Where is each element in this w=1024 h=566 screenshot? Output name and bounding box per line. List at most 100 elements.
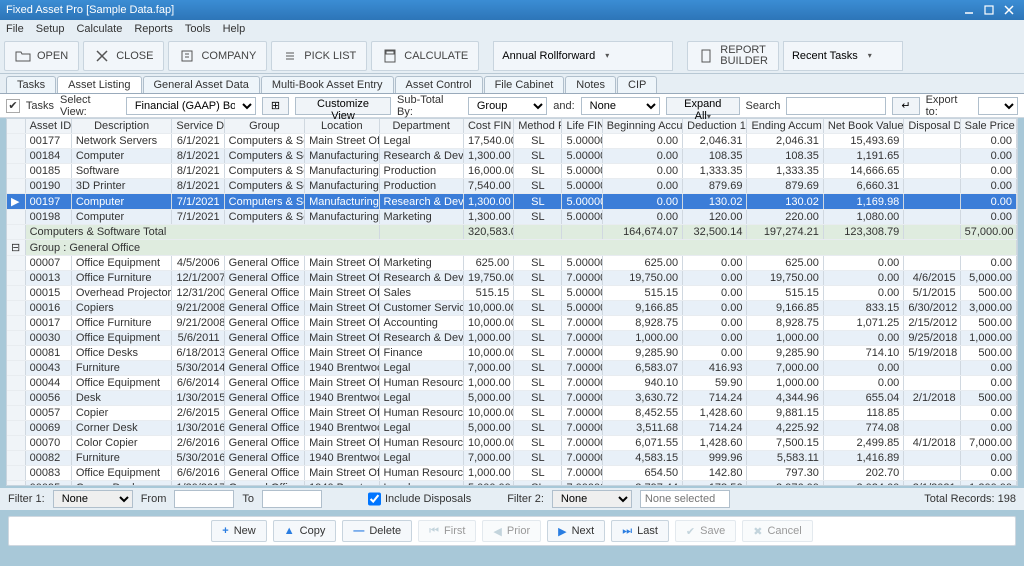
- table-row[interactable]: 00083Office Equipment6/6/2016General Off…: [7, 466, 1017, 481]
- table-row[interactable]: 00056Desk1/30/2015General Office1940 Bre…: [7, 391, 1017, 406]
- save-button[interactable]: ✔Save: [675, 520, 736, 542]
- checkmark-icon[interactable]: ✔: [6, 99, 20, 113]
- table-row[interactable]: 00081Office Desks6/18/2013General Office…: [7, 346, 1017, 361]
- recent-tasks-dropdown[interactable]: Recent Tasks: [783, 41, 903, 71]
- menu-reports[interactable]: Reports: [134, 23, 173, 35]
- close-button-tool[interactable]: CLOSE: [83, 41, 164, 71]
- to-label: To: [242, 493, 254, 505]
- tasks-label[interactable]: Tasks: [26, 100, 54, 112]
- menu-file[interactable]: File: [6, 23, 24, 35]
- tab-multi-book[interactable]: Multi-Book Asset Entry: [261, 76, 394, 93]
- copy-button[interactable]: ▲Copy: [273, 520, 337, 542]
- table-row[interactable]: 00177Network Servers6/1/2021Computers & …: [7, 134, 1017, 149]
- col-header[interactable]: Asset ID: [25, 119, 71, 134]
- export-select[interactable]: [978, 97, 1018, 115]
- col-header[interactable]: Location: [305, 119, 379, 134]
- table-row[interactable]: 00013Office Furniture12/1/2007General Of…: [7, 271, 1017, 286]
- col-header[interactable]: Deduction 1 FIN: [683, 119, 747, 134]
- search-input[interactable]: [786, 97, 886, 115]
- tab-general-asset-data[interactable]: General Asset Data: [143, 76, 260, 93]
- table-row[interactable]: 00057Copier2/6/2015General OfficeMain St…: [7, 406, 1017, 421]
- menubar: File Setup Calculate Reports Tools Help: [0, 20, 1024, 38]
- delete-button[interactable]: —Delete: [342, 520, 412, 542]
- maximize-button[interactable]: [980, 3, 998, 17]
- table-row[interactable]: 00030Office Equipment5/6/2011General Off…: [7, 331, 1017, 346]
- toolbar: OPEN CLOSE COMPANY PICK LIST CALCULATE A…: [0, 38, 1024, 74]
- filter2-select[interactable]: None: [552, 490, 632, 508]
- table-row[interactable]: 00184Computer8/1/2021Computers & Softwar…: [7, 149, 1017, 164]
- open-button[interactable]: OPEN: [4, 41, 79, 71]
- filter1-label: Filter 1:: [8, 493, 45, 505]
- col-header[interactable]: Description: [71, 119, 172, 134]
- list-icon: [282, 48, 298, 64]
- cancel-button[interactable]: ✖Cancel: [742, 520, 812, 542]
- table-row[interactable]: 00007Office Equipment4/5/2006General Off…: [7, 256, 1017, 271]
- last-button[interactable]: ⏭Last: [611, 520, 669, 542]
- menu-calculate[interactable]: Calculate: [76, 23, 122, 35]
- company-icon: [179, 48, 195, 64]
- close-icon: [94, 48, 110, 64]
- table-row[interactable]: 00043Furniture5/30/2014General Office194…: [7, 361, 1017, 376]
- table-row[interactable]: 00082Furniture5/30/2016General Office194…: [7, 451, 1017, 466]
- tab-asset-listing[interactable]: Asset Listing: [57, 76, 141, 93]
- search-go-button[interactable]: ↵: [892, 97, 919, 115]
- new-button[interactable]: +New: [211, 520, 266, 542]
- rollforward-dropdown[interactable]: Annual Rollforward: [493, 41, 673, 71]
- table-row[interactable]: 00016Copiers9/21/2008General OfficeMain …: [7, 301, 1017, 316]
- calculate-button[interactable]: CALCULATE: [371, 41, 479, 71]
- table-row[interactable]: ▶ 00197Computer7/1/2021Computers & Softw…: [7, 194, 1017, 210]
- grouping2-select[interactable]: None: [581, 97, 660, 115]
- menu-tools[interactable]: Tools: [185, 23, 211, 35]
- view-bar: ✔ Tasks Select View: Financial (GAAP) Bo…: [0, 94, 1024, 118]
- book-select[interactable]: Financial (GAAP) Book: [126, 97, 256, 115]
- next-button[interactable]: ▶Next: [547, 520, 605, 542]
- col-header[interactable]: Group: [224, 119, 304, 134]
- table-row[interactable]: 00017Office Furniture9/21/2008General Of…: [7, 316, 1017, 331]
- close-button[interactable]: [1000, 3, 1018, 17]
- col-header[interactable]: Life FIN: [562, 119, 602, 134]
- table-row[interactable]: 00070Color Copier2/6/2016General OfficeM…: [7, 436, 1017, 451]
- col-header[interactable]: Service Date: [172, 119, 224, 134]
- table-row[interactable]: 00198Computer7/1/2021Computers & Softwar…: [7, 210, 1017, 225]
- tab-tasks[interactable]: Tasks: [6, 76, 56, 93]
- company-button[interactable]: COMPANY: [168, 41, 267, 71]
- tab-asset-control[interactable]: Asset Control: [395, 76, 483, 93]
- report-builder-button[interactable]: REPORT BUILDER: [687, 41, 779, 71]
- prior-button[interactable]: ◀Prior: [482, 520, 541, 542]
- asset-grid[interactable]: Asset IDDescriptionService DateGroupLoca…: [6, 118, 1018, 486]
- col-header[interactable]: Ending Accum FIN: [747, 119, 823, 134]
- group-header-row[interactable]: ⊟Group : General Office: [7, 240, 1017, 256]
- tab-notes[interactable]: Notes: [565, 76, 616, 93]
- customize-view-button[interactable]: Customize View: [295, 97, 391, 115]
- expand-all-button[interactable]: Expand All: [666, 97, 740, 115]
- menu-setup[interactable]: Setup: [36, 23, 65, 35]
- tab-cip[interactable]: CIP: [617, 76, 657, 93]
- table-row[interactable]: 00185Software8/1/2021Computers & Softwar…: [7, 164, 1017, 179]
- table-row[interactable]: 00044Office Equipment6/6/2014General Off…: [7, 376, 1017, 391]
- col-header[interactable]: Beginning Accum FIN: [602, 119, 682, 134]
- tab-file-cabinet[interactable]: File Cabinet: [484, 76, 565, 93]
- table-row[interactable]: 00095Corner Desk1/30/2017General Office1…: [7, 481, 1017, 487]
- include-disposals-checkbox[interactable]: Include Disposals: [368, 490, 471, 508]
- filter2-value[interactable]: [640, 490, 730, 508]
- select-view-label: Select View:: [60, 94, 120, 118]
- table-row[interactable]: 001903D Printer8/1/2021Computers & Softw…: [7, 179, 1017, 194]
- grouping-select[interactable]: Group: [468, 97, 547, 115]
- table-row[interactable]: 00069Corner Desk1/30/2016General Office1…: [7, 421, 1017, 436]
- from-input[interactable]: [174, 490, 234, 508]
- col-header[interactable]: Sale Price: [960, 119, 1016, 134]
- group-total-row: Computers & Software Total320,583.00164,…: [7, 225, 1017, 240]
- col-header[interactable]: Disposal Date: [904, 119, 960, 134]
- col-header[interactable]: Net Book Value FIN: [823, 119, 903, 134]
- col-header[interactable]: Department: [379, 119, 463, 134]
- to-input[interactable]: [262, 490, 322, 508]
- first-button[interactable]: ⏮First: [418, 520, 476, 542]
- table-row[interactable]: 00015Overhead Projector12/31/2007General…: [7, 286, 1017, 301]
- menu-help[interactable]: Help: [223, 23, 246, 35]
- minimize-button[interactable]: [960, 3, 978, 17]
- picklist-button[interactable]: PICK LIST: [271, 41, 367, 71]
- col-header[interactable]: Method FIN: [514, 119, 562, 134]
- filter1-select[interactable]: None: [53, 490, 133, 508]
- grid-icon-button[interactable]: ⊞: [262, 97, 289, 115]
- col-header[interactable]: Cost FIN: [463, 119, 513, 134]
